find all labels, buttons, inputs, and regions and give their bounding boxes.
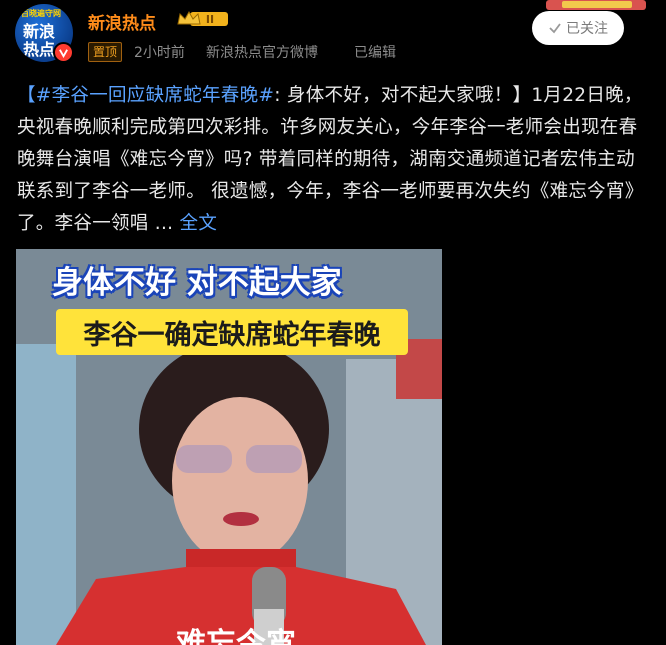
- avatar-text-line2: 热点: [23, 40, 56, 59]
- video-thumbnail[interactable]: 身体不好 对不起大家 李谷一确定缺席蛇年春晚 难忘今宵: [16, 249, 442, 645]
- crown-level-text: II: [206, 13, 214, 26]
- post-source: 新浪热点官方微博: [206, 45, 318, 61]
- video-subtitle: 难忘今宵: [176, 627, 296, 645]
- crown-level-icon: II: [177, 10, 228, 26]
- edited-label: 已编辑: [354, 45, 396, 61]
- post-time: 2小时前: [134, 45, 185, 61]
- post-text: : 身体不好，对不起大家哦！】1月22日晚，央视春晚顺利完成第四次彩排。许多网友…: [17, 85, 644, 234]
- expand-full-text-link[interactable]: 全文: [180, 213, 218, 234]
- video-caption-bottom: 李谷一确定缺席蛇年春晚: [56, 309, 408, 355]
- post-header: 百晓遍守网 新浪 热点 新浪热点 II 置顶 2小时前 新浪热点官方微博 已编辑…: [0, 0, 666, 80]
- video-caption-top: 身体不好 对不起大家: [52, 265, 342, 301]
- post-body: 【#李谷一回应缺席蛇年春晚#: 身体不好，对不起大家哦！】1月22日晚，央视春晚…: [17, 80, 653, 240]
- verified-badge-icon: [53, 42, 74, 63]
- check-icon: [549, 23, 561, 34]
- follow-button[interactable]: 已关注: [532, 11, 624, 45]
- pinned-badge: 置顶: [88, 42, 123, 62]
- hashtag-link[interactable]: 【#李谷一回应缺席蛇年春晚#: [17, 85, 274, 106]
- account-name[interactable]: 新浪热点: [88, 9, 156, 34]
- follow-button-label: 已关注: [566, 21, 608, 37]
